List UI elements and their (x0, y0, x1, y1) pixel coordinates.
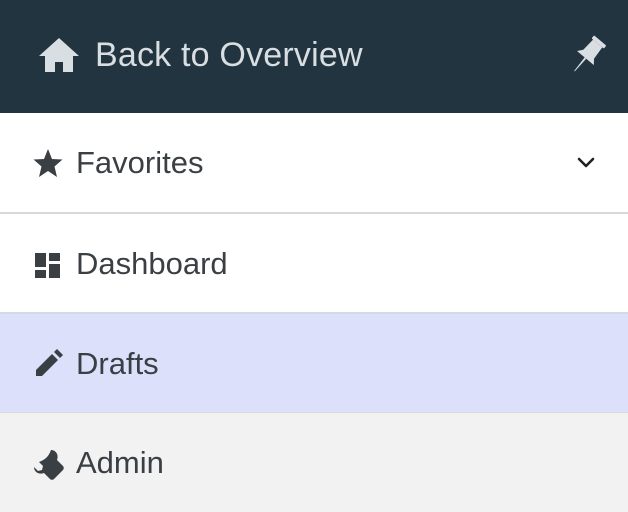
back-to-overview-link[interactable]: Back to Overview (38, 30, 363, 80)
navigation-menu: Back to Overview Favorites Dashboard Dra… (0, 0, 628, 512)
home-icon (39, 38, 79, 72)
chevron-down-icon[interactable] (574, 151, 598, 175)
menu-item-admin[interactable]: Admin (0, 413, 628, 512)
dashboard-icon (32, 250, 64, 282)
menu-item-label: Favorites (76, 145, 204, 180)
menu-item-dashboard[interactable]: Dashboard (0, 214, 628, 312)
menu-item-favorites[interactable]: Favorites (0, 113, 628, 212)
star-icon (32, 147, 64, 179)
pin-button[interactable] (566, 32, 610, 78)
menu-item-label: Dashboard (76, 246, 228, 281)
nav-header: Back to Overview (0, 0, 628, 113)
menu-item-drafts[interactable]: Drafts (0, 314, 628, 412)
back-to-overview-label: Back to Overview (95, 35, 363, 74)
menu-item-label: Drafts (76, 346, 159, 381)
wrench-icon (32, 448, 64, 480)
menu-item-label: Admin (76, 445, 164, 480)
pin-icon (574, 35, 606, 72)
pencil-icon (32, 348, 64, 380)
